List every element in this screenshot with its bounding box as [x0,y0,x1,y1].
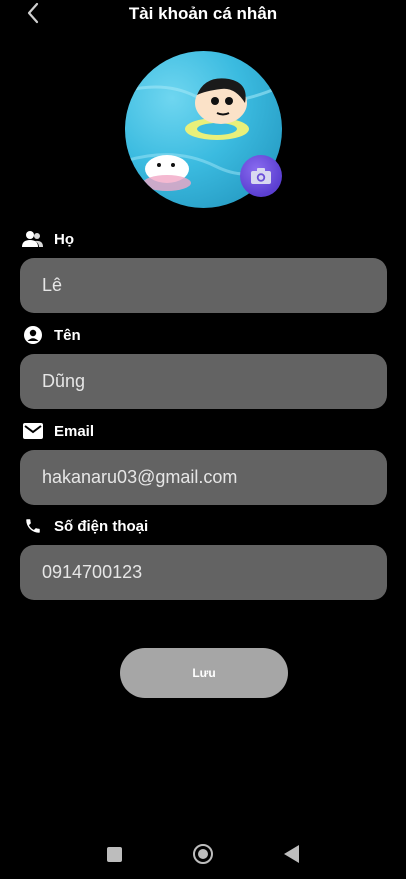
first-name-input[interactable]: Dũng [20,354,387,409]
phone-icon [22,516,44,536]
email-label: Email [22,421,94,441]
email-value: hakanaru03@gmail.com [42,467,238,487]
save-button[interactable]: Lưu [120,648,288,698]
page-title: Tài khoản cá nhân [128,4,278,23]
recent-apps-button[interactable] [107,847,122,862]
system-nav-bar [0,830,406,879]
email-label-text: Email [54,422,95,440]
camera-icon [251,168,271,184]
home-button[interactable] [193,844,213,864]
users-icon [22,229,44,249]
save-button-label: Lưu [192,666,216,680]
first-name-label: Tên [22,325,81,345]
system-back-button[interactable] [284,845,299,863]
email-input[interactable]: hakanaru03@gmail.com [20,450,387,505]
avatar-section [125,51,282,208]
phone-label: Số điện thoại [22,516,148,536]
first-name-label-text: Tên [54,326,81,344]
mail-icon [22,421,44,441]
phone-value: 0914700123 [42,562,143,582]
last-name-label-text: Họ [54,230,74,248]
user-circle-icon [22,325,44,345]
phone-label-text: Số điện thoại [54,517,149,535]
home-icon [198,849,208,859]
last-name-value: Lê [42,275,63,295]
last-name-label: Họ [22,229,74,249]
first-name-value: Dũng [42,371,86,391]
last-name-input[interactable]: Lê [20,258,387,313]
header: Tài khoản cá nhân [0,0,406,30]
phone-input[interactable]: 0914700123 [20,545,387,600]
change-avatar-button[interactable] [240,155,282,197]
